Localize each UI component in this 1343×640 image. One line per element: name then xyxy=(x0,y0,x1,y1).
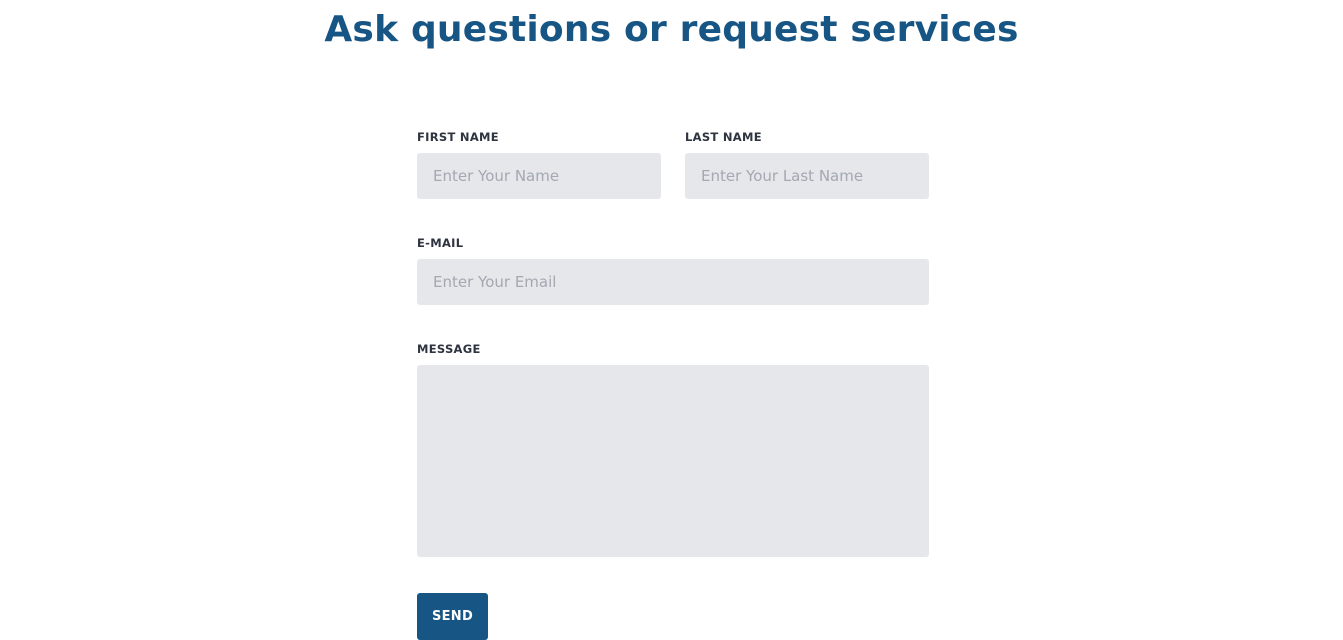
last-name-input[interactable] xyxy=(685,153,929,199)
message-textarea[interactable] xyxy=(417,365,929,557)
first-name-label: FIRST NAME xyxy=(417,130,499,144)
first-name-input[interactable] xyxy=(417,153,661,199)
page-title: Ask questions or request services xyxy=(324,9,1019,50)
email-label: E-MAIL xyxy=(417,236,464,250)
last-name-label: LAST NAME xyxy=(685,130,762,144)
send-button[interactable]: SEND xyxy=(417,593,488,640)
message-label: MESSAGE xyxy=(417,342,481,356)
email-input[interactable] xyxy=(417,259,929,305)
